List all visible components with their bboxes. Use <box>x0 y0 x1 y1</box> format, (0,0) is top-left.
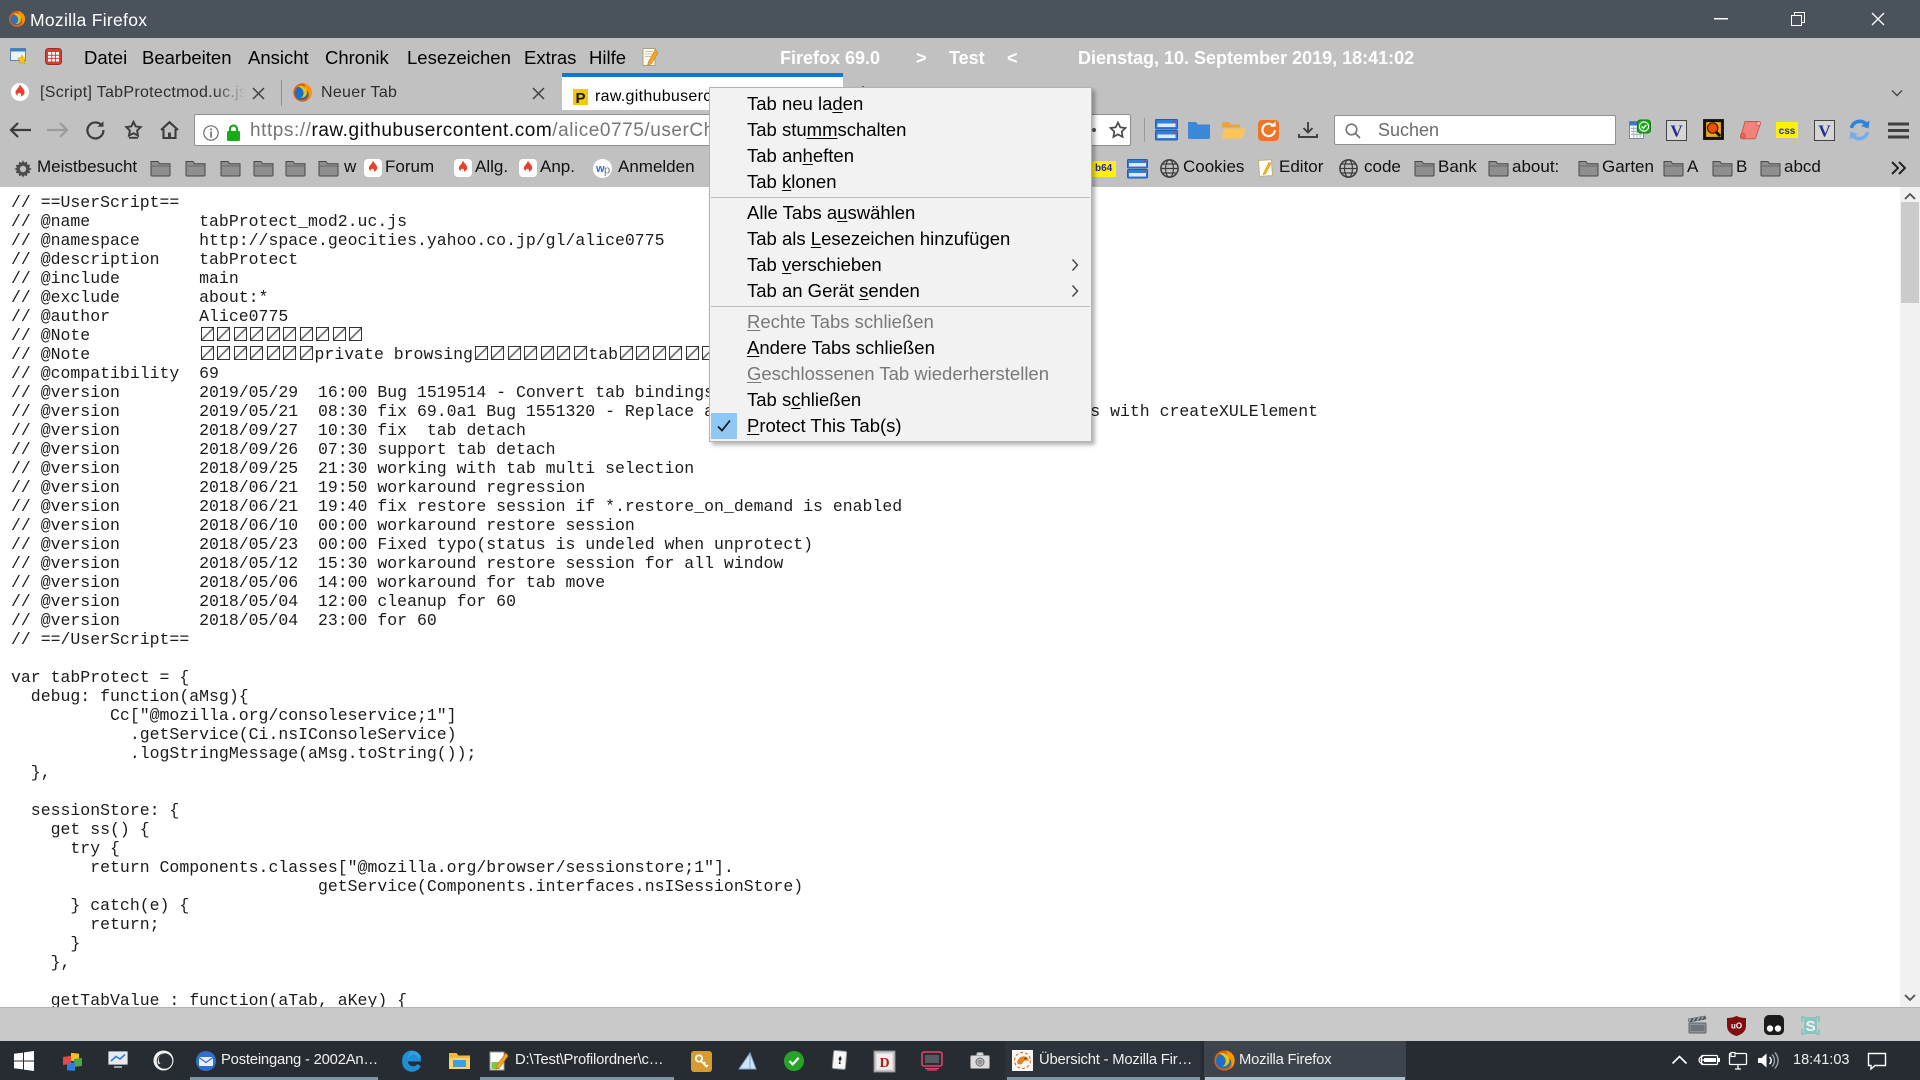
svg-text:V: V <box>1670 122 1683 141</box>
svg-text:D: D <box>879 1056 889 1071</box>
svg-text:V: V <box>1818 122 1831 141</box>
svg-text:S: S <box>1806 1018 1816 1035</box>
svg-text:uO: uO <box>1731 1022 1742 1031</box>
svg-text:p: p <box>604 165 610 177</box>
svg-text:css: css <box>1779 126 1796 137</box>
